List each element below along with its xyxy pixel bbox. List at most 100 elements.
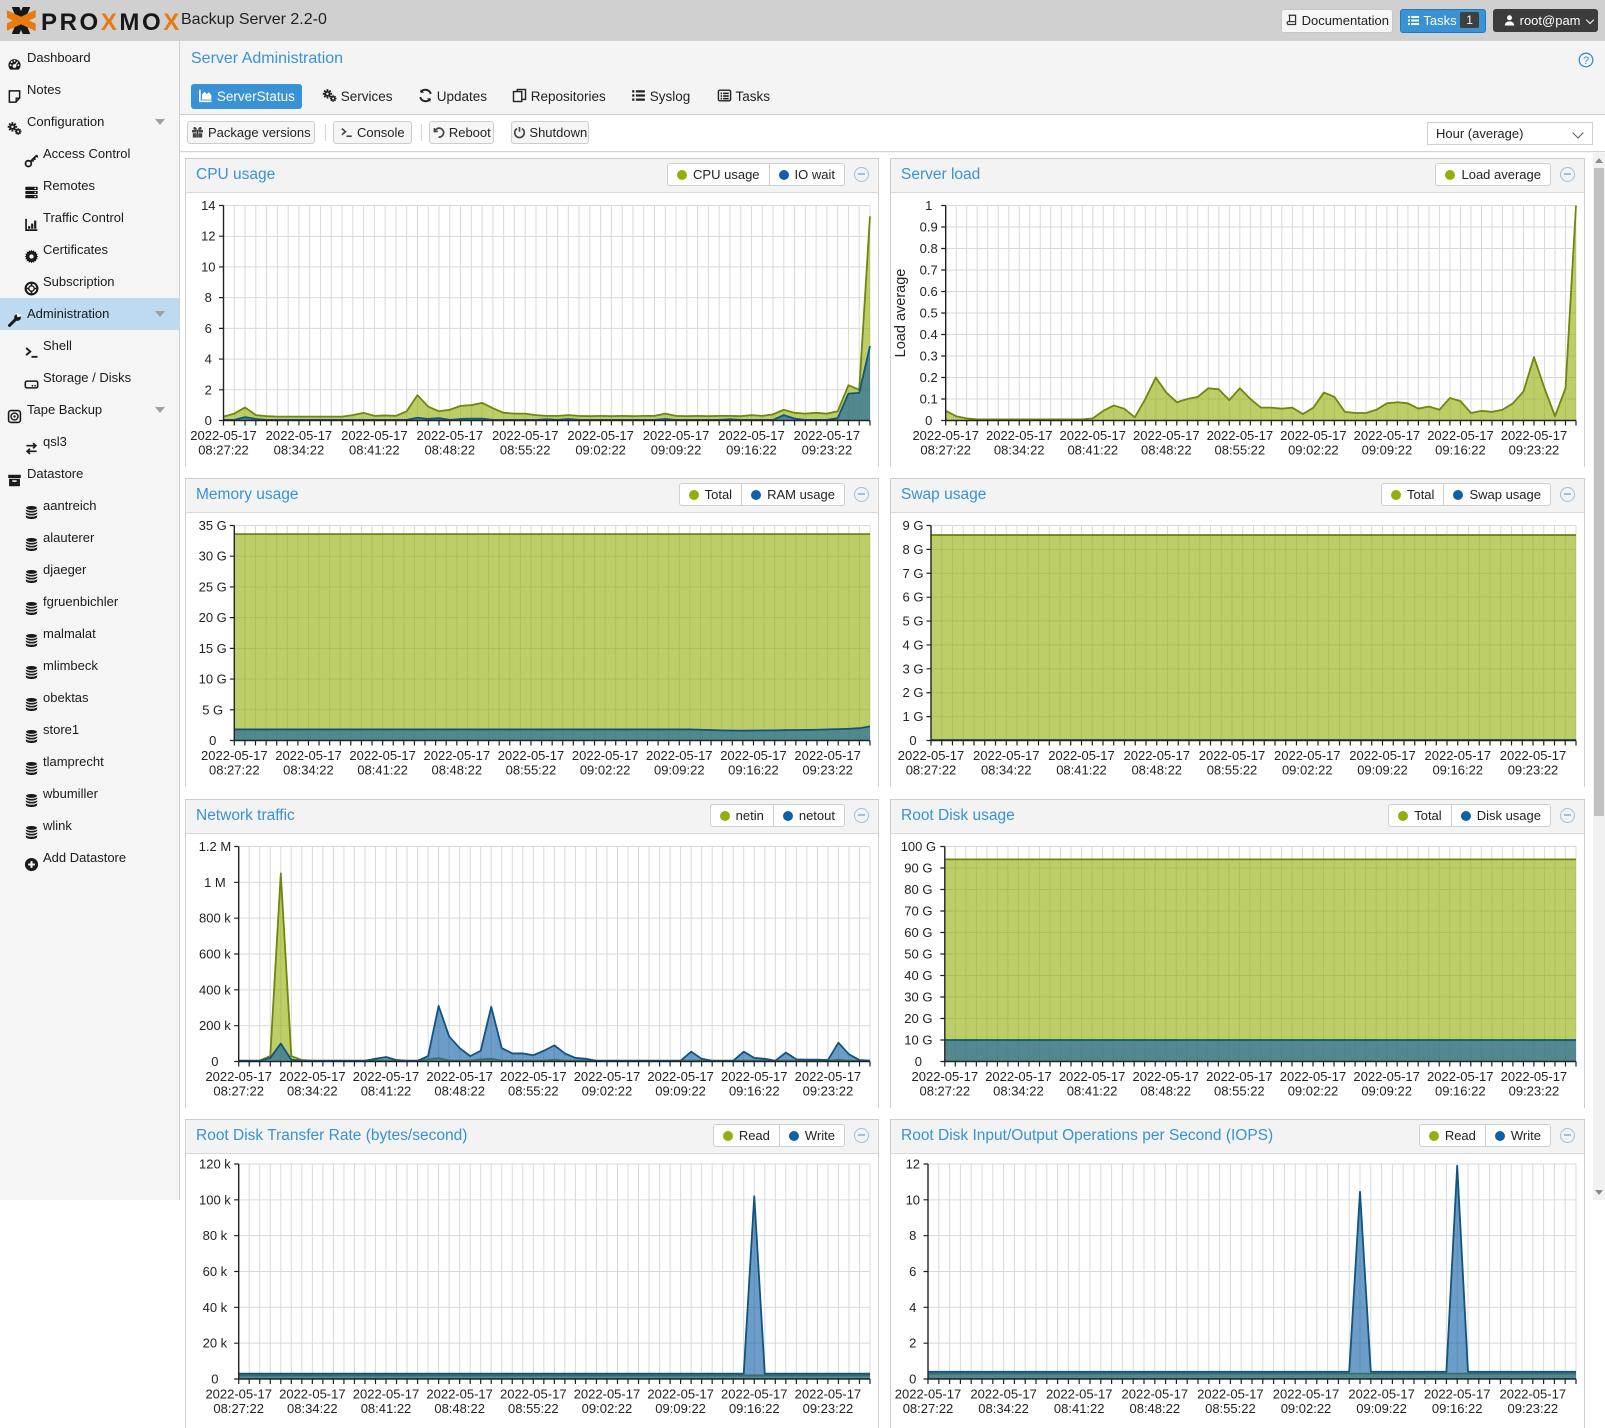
svg-text:2022-05-17: 2022-05-17	[1500, 1387, 1567, 1402]
svg-text:Load average: Load average	[893, 269, 909, 358]
svg-text:09:23:22: 09:23:22	[803, 1084, 854, 1099]
svg-text:09:09:22: 09:09:22	[1362, 443, 1413, 458]
svg-text:2022-05-17: 2022-05-17	[1349, 748, 1416, 763]
svg-text:08:55:22: 08:55:22	[1215, 443, 1266, 458]
svg-text:2022-05-17: 2022-05-17	[1122, 1387, 1189, 1402]
svg-text:80 k: 80 k	[203, 1228, 228, 1243]
svg-text:0.2: 0.2	[920, 370, 938, 385]
svg-text:2022-05-17: 2022-05-17	[795, 1069, 862, 1084]
svg-text:08:41:22: 08:41:22	[1067, 443, 1118, 458]
svg-text:09:02:22: 09:02:22	[1282, 763, 1333, 778]
svg-text:2022-05-17: 2022-05-17	[424, 748, 491, 763]
svg-text:400 k: 400 k	[199, 982, 231, 997]
svg-text:09:23:22: 09:23:22	[802, 763, 853, 778]
svg-text:09:02:22: 09:02:22	[1288, 1084, 1339, 1099]
svg-text:2022-05-17: 2022-05-17	[1280, 428, 1347, 443]
svg-text:0: 0	[209, 733, 216, 748]
svg-text:09:02:22: 09:02:22	[582, 1401, 633, 1416]
svg-text:0.5: 0.5	[920, 306, 938, 321]
svg-text:0: 0	[925, 413, 932, 428]
svg-text:08:48:22: 08:48:22	[1140, 1084, 1191, 1099]
svg-text:2022-05-17: 2022-05-17	[492, 428, 559, 443]
svg-text:08:27:22: 08:27:22	[903, 1401, 954, 1416]
svg-text:2022-05-17: 2022-05-17	[417, 428, 484, 443]
svg-text:2022-05-17: 2022-05-17	[205, 1387, 272, 1402]
svg-text:12: 12	[906, 1157, 920, 1172]
svg-text:14: 14	[201, 198, 215, 213]
svg-text:08:48:22: 08:48:22	[431, 763, 482, 778]
svg-text:08:34:22: 08:34:22	[274, 443, 325, 458]
svg-text:08:55:22: 08:55:22	[508, 1401, 559, 1416]
svg-text:10 G: 10 G	[904, 1033, 932, 1048]
svg-text:09:23:22: 09:23:22	[802, 443, 853, 458]
svg-text:2022-05-17: 2022-05-17	[190, 428, 257, 443]
svg-text:2022-05-17: 2022-05-17	[349, 748, 416, 763]
svg-text:2022-05-17: 2022-05-17	[205, 1069, 272, 1084]
svg-text:2: 2	[205, 382, 212, 397]
svg-text:08:27:22: 08:27:22	[198, 443, 249, 458]
svg-text:2022-05-17: 2022-05-17	[574, 1069, 641, 1084]
svg-text:2022-05-17: 2022-05-17	[721, 1387, 788, 1402]
svg-text:100 G: 100 G	[901, 839, 936, 854]
svg-text:08:55:22: 08:55:22	[1214, 1084, 1265, 1099]
svg-text:08:48:22: 08:48:22	[1141, 443, 1192, 458]
svg-text:09:16:22: 09:16:22	[1435, 443, 1486, 458]
svg-text:09:09:22: 09:09:22	[1357, 763, 1408, 778]
svg-text:09:02:22: 09:02:22	[582, 1084, 633, 1099]
svg-text:09:09:22: 09:09:22	[1361, 1084, 1412, 1099]
svg-text:08:55:22: 08:55:22	[1205, 1401, 1256, 1416]
svg-text:2022-05-17: 2022-05-17	[426, 1069, 493, 1084]
svg-text:1.2 M: 1.2 M	[199, 839, 232, 854]
svg-text:30 G: 30 G	[904, 990, 932, 1005]
svg-text:08:41:22: 08:41:22	[349, 443, 400, 458]
svg-text:2022-05-17: 2022-05-17	[1207, 428, 1274, 443]
svg-text:1: 1	[925, 198, 932, 213]
svg-text:08:48:22: 08:48:22	[1129, 1401, 1180, 1416]
svg-text:2: 2	[909, 1336, 916, 1351]
svg-text:2022-05-17: 2022-05-17	[353, 1069, 420, 1084]
svg-text:20 G: 20 G	[199, 610, 227, 625]
svg-text:4 G: 4 G	[903, 637, 924, 652]
svg-text:08:27:22: 08:27:22	[213, 1401, 264, 1416]
svg-text:2022-05-17: 2022-05-17	[1280, 1069, 1347, 1084]
svg-text:2022-05-17: 2022-05-17	[973, 748, 1040, 763]
svg-text:08:41:22: 08:41:22	[361, 1401, 412, 1416]
svg-text:09:16:22: 09:16:22	[729, 1084, 780, 1099]
svg-text:120 k: 120 k	[199, 1157, 231, 1172]
svg-text:1 G: 1 G	[903, 709, 924, 724]
svg-text:2022-05-17: 2022-05-17	[970, 1387, 1037, 1402]
svg-text:0.4: 0.4	[920, 327, 938, 342]
svg-text:0: 0	[909, 1372, 916, 1387]
svg-text:2022-05-17: 2022-05-17	[1500, 748, 1567, 763]
svg-text:2022-05-17: 2022-05-17	[1501, 428, 1568, 443]
svg-text:4: 4	[909, 1300, 916, 1315]
svg-text:08:34:22: 08:34:22	[283, 763, 334, 778]
svg-text:09:02:22: 09:02:22	[575, 443, 626, 458]
svg-text:2022-05-17: 2022-05-17	[1427, 1069, 1494, 1084]
svg-text:08:55:22: 08:55:22	[508, 1084, 559, 1099]
svg-text:09:09:22: 09:09:22	[651, 443, 702, 458]
svg-text:09:09:22: 09:09:22	[655, 1084, 706, 1099]
svg-text:08:41:22: 08:41:22	[361, 1084, 412, 1099]
svg-text:1 M: 1 M	[204, 875, 226, 890]
svg-text:2022-05-17: 2022-05-17	[1197, 1387, 1264, 1402]
svg-text:2022-05-17: 2022-05-17	[500, 1069, 567, 1084]
svg-text:2022-05-17: 2022-05-17	[1425, 748, 1492, 763]
svg-text:2022-05-17: 2022-05-17	[718, 428, 785, 443]
svg-text:30 G: 30 G	[199, 549, 227, 564]
svg-text:08:34:22: 08:34:22	[287, 1401, 338, 1416]
svg-text:25 G: 25 G	[199, 579, 227, 594]
svg-text:2022-05-17: 2022-05-17	[1133, 428, 1200, 443]
svg-text:2022-05-17: 2022-05-17	[986, 428, 1053, 443]
svg-text:08:34:22: 08:34:22	[287, 1084, 338, 1099]
svg-text:2022-05-17: 2022-05-17	[341, 428, 408, 443]
svg-text:2022-05-17: 2022-05-17	[1353, 1069, 1420, 1084]
svg-text:09:09:22: 09:09:22	[655, 1401, 706, 1416]
svg-text:08:27:22: 08:27:22	[213, 1084, 264, 1099]
svg-text:2022-05-17: 2022-05-17	[275, 748, 342, 763]
svg-text:20 k: 20 k	[203, 1336, 228, 1351]
svg-text:2022-05-17: 2022-05-17	[1048, 748, 1115, 763]
svg-text:9 G: 9 G	[903, 518, 924, 533]
svg-text:08:27:22: 08:27:22	[209, 763, 260, 778]
svg-text:2022-05-17: 2022-05-17	[1132, 1069, 1199, 1084]
